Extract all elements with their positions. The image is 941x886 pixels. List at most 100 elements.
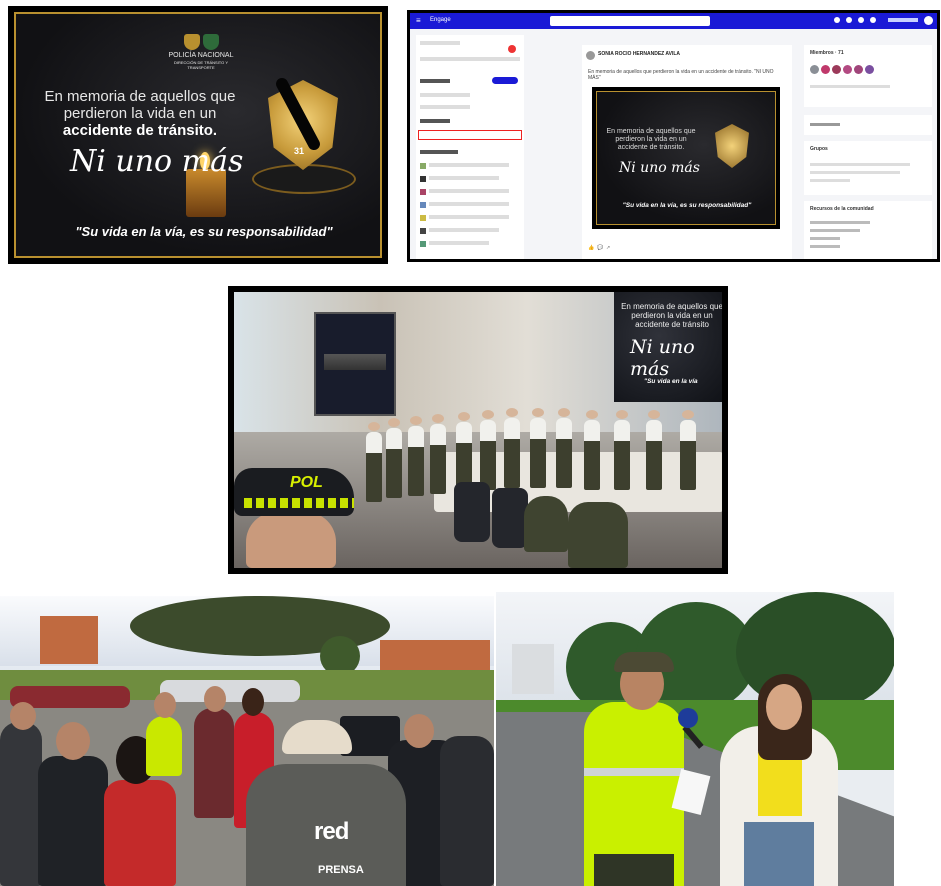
menu-icon[interactable]: ≡ [416, 16, 421, 25]
left-sidebar [416, 35, 524, 259]
building [380, 640, 490, 670]
comment-icon[interactable]: 💬 [597, 245, 603, 251]
resource-link[interactable] [810, 237, 840, 240]
reporter-jeans [744, 822, 814, 886]
apps-icon[interactable] [834, 17, 840, 23]
person [440, 736, 494, 886]
section-heading [420, 119, 450, 123]
post-actions: 👍 💬 ↗ [588, 245, 784, 251]
chair [492, 488, 528, 548]
screen-script: Ni uno más [630, 336, 695, 380]
head [242, 688, 264, 716]
resource-link[interactable] [810, 221, 870, 224]
head [10, 702, 36, 730]
community-select[interactable] [420, 57, 520, 61]
officer [530, 408, 546, 488]
head [404, 714, 434, 748]
seated-officer [524, 496, 568, 552]
notification-icon[interactable] [858, 17, 864, 23]
officer [408, 416, 424, 496]
post-image[interactable]: En memoria de aquellos que perdieron la … [592, 87, 780, 229]
memory-bold: accidente de tránsito. [62, 122, 218, 139]
memorial-poster: POLICÍA NACIONAL DIRECCIÓN DE TRÁNSITO Y… [8, 6, 388, 264]
notification-badge [508, 45, 516, 53]
member-avatar[interactable] [865, 65, 874, 74]
building [512, 644, 554, 694]
poster-memory: En memoria de aquellos que perdieron la … [606, 128, 696, 151]
head [56, 722, 90, 760]
person [0, 722, 42, 886]
head [204, 686, 226, 712]
left-screen [314, 312, 396, 416]
cap-label: POL [290, 474, 323, 491]
post-text: En memoria de aquellos que perdieron la … [588, 69, 774, 81]
member-avatar[interactable] [810, 65, 819, 74]
agency-subname: DIRECCIÓN DE TRÁNSITO Y TRANSPORTE [173, 60, 228, 70]
resources-card: Recursos de la comunidad [804, 201, 932, 259]
officer [680, 410, 696, 490]
reporter-face [766, 684, 802, 730]
chair [454, 482, 490, 542]
sidebar-item[interactable] [420, 41, 460, 45]
officer [366, 422, 382, 502]
search-input[interactable] [550, 16, 710, 26]
avatar[interactable] [924, 16, 933, 25]
screen-quote: "Su vida en la vía [644, 378, 698, 385]
officer [614, 410, 630, 490]
app-name: Engage [430, 17, 451, 23]
join-button[interactable] [492, 77, 518, 84]
building [40, 616, 98, 664]
car [160, 680, 300, 702]
section-heading [420, 79, 450, 83]
reflective-stripe [584, 768, 684, 776]
settings-icon[interactable] [846, 17, 852, 23]
user-name[interactable] [888, 18, 918, 22]
members-card: Miembros · 71 [804, 45, 932, 107]
ceremony-photo: En memoria de aquellos que perdieron la … [228, 286, 728, 574]
member-avatar[interactable] [843, 65, 852, 74]
post-author[interactable]: SONIA ROCIO HERNANDEZ AVILA [598, 51, 680, 57]
screen-memory-text: En memoria de aquellos que perdieron la … [621, 302, 722, 329]
poster-quote: "Su vida en la vía, es su responsabilida… [622, 202, 752, 209]
groups-title: Grupos [810, 146, 828, 152]
sidebar-item-conversations[interactable] [420, 93, 470, 97]
info-card [804, 115, 932, 135]
member-avatar[interactable] [854, 65, 863, 74]
memory-line: En memoria de aquellos que perdieron la … [44, 88, 236, 122]
officer-trousers [594, 854, 674, 886]
member-avatars [810, 65, 874, 74]
person [38, 756, 108, 886]
highlighted-community[interactable] [418, 130, 522, 140]
police-badge [715, 124, 749, 168]
shield-icon [202, 34, 219, 50]
help-icon[interactable] [870, 17, 876, 23]
members-link[interactable] [810, 85, 890, 88]
police-cap [614, 652, 674, 672]
interview-photo [496, 592, 894, 886]
right-screen: En memoria de aquellos que perdieron la … [614, 292, 722, 402]
officer [584, 410, 600, 490]
resource-link[interactable] [810, 245, 840, 248]
sidebar-item-events[interactable] [420, 105, 470, 109]
officer [504, 408, 520, 488]
member-avatar[interactable] [821, 65, 830, 74]
badge-number: 31 [294, 146, 305, 156]
share-icon[interactable]: ↗ [606, 245, 610, 251]
shield-icon [183, 34, 200, 50]
vest-logo: red [314, 818, 349, 845]
avatar[interactable] [586, 51, 595, 60]
resources-title: Recursos de la comunidad [810, 206, 874, 212]
resource-link[interactable] [810, 229, 860, 232]
social-feed-screenshot: ≡ Engage SONIA ROCIO HERNANDEZ AVILA En … [407, 10, 940, 262]
head [154, 692, 176, 718]
officer [556, 408, 572, 488]
reporter-top [758, 752, 802, 816]
police-logo: POLICÍA NACIONAL DIRECCIÓN DE TRÁNSITO Y… [166, 34, 236, 70]
left-screen-text [324, 354, 386, 370]
member-avatar[interactable] [832, 65, 841, 74]
app-topbar: ≡ Engage [410, 13, 937, 29]
officer [430, 414, 446, 494]
officer [480, 410, 496, 490]
like-icon[interactable]: 👍 [588, 245, 594, 251]
officer [386, 418, 402, 498]
